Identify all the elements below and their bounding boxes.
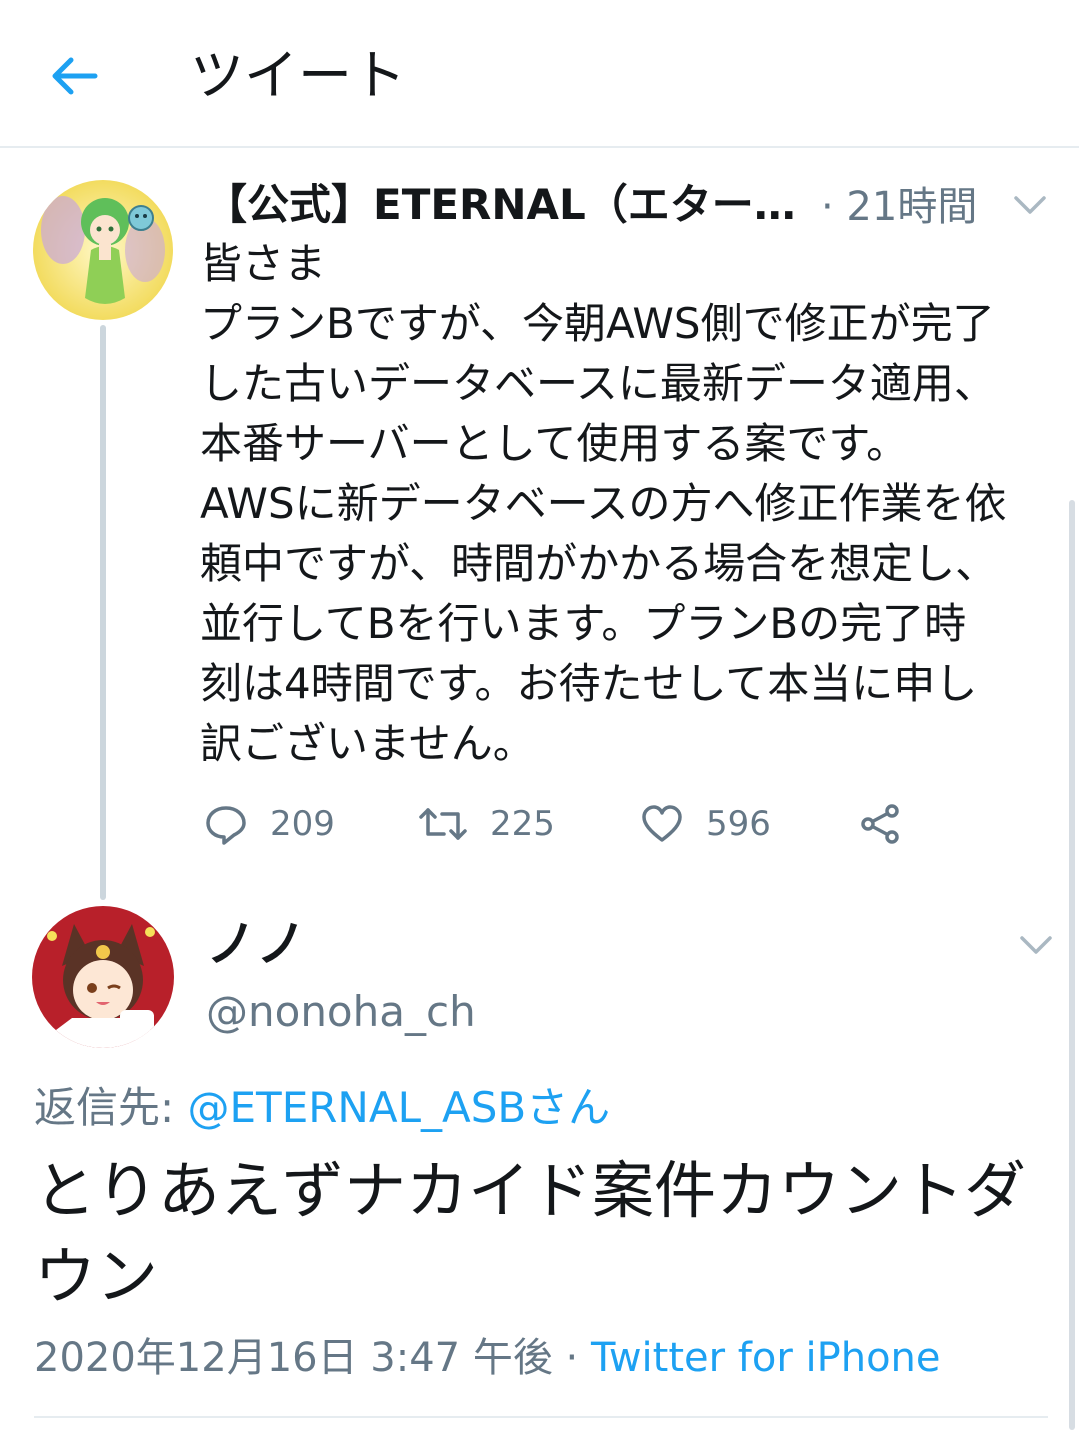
parent-timestamp[interactable]: · 21時間 bbox=[821, 180, 977, 234]
page-title: ツイート bbox=[190, 44, 406, 107]
fairy-avatar-image bbox=[33, 180, 173, 320]
reply-avatar[interactable] bbox=[32, 906, 174, 1048]
share-button[interactable] bbox=[858, 796, 902, 852]
reply-to-mention-link[interactable]: @ETERNAL_ASBさん bbox=[188, 1083, 611, 1132]
retweet-button[interactable]: 225 bbox=[418, 796, 555, 852]
heart-outline-icon bbox=[642, 805, 682, 842]
catgirl-avatar-image bbox=[32, 906, 174, 1048]
reply-button[interactable]: 209 bbox=[204, 796, 335, 852]
retweet-count: 225 bbox=[490, 804, 555, 844]
retweet-arrows-icon bbox=[419, 808, 467, 840]
tweet-detail-screen: ツイート 【公式】ETERNAL（エター… · 21時間 皆さま プランBですが… bbox=[0, 0, 1079, 1439]
back-button[interactable] bbox=[44, 46, 104, 106]
divider bbox=[34, 1416, 1048, 1418]
thread-connector-line bbox=[100, 325, 106, 900]
comment-bubble-icon bbox=[206, 806, 246, 845]
reply-handle[interactable]: @nonoha_ch bbox=[206, 984, 476, 1040]
tweet-timestamp: 2020年12月16日 3:47 午後 · bbox=[34, 1335, 591, 1381]
reply-to-line: 返信先: @ETERNAL_ASBさん bbox=[34, 1080, 610, 1136]
parent-tweet-text: 皆さま プランBですが、今朝AWS側で修正が完了 した古いデータベースに最新デー… bbox=[200, 239, 1007, 768]
like-count: 596 bbox=[706, 804, 771, 844]
parent-avatar[interactable] bbox=[33, 180, 173, 320]
reply-count: 209 bbox=[270, 804, 335, 844]
reply-display-name[interactable]: ノノ bbox=[206, 914, 306, 974]
chevron-down-icon[interactable] bbox=[1014, 922, 1058, 966]
tweet-actions: 209 225 596 bbox=[200, 796, 960, 852]
tweet-source-link[interactable]: Twitter for iPhone bbox=[591, 1335, 941, 1381]
like-button[interactable]: 596 bbox=[640, 796, 771, 852]
chevron-down-icon[interactable] bbox=[1008, 182, 1052, 226]
tweet-meta: 2020年12月16日 3:47 午後 · Twitter for iPhone bbox=[34, 1330, 941, 1386]
parent-tweet-header: 【公式】ETERNAL（エター… · 21時間 bbox=[205, 176, 1065, 236]
arrow-left-icon bbox=[52, 57, 98, 95]
reply-tweet-text: とりあえずナカイド案件カウントダウン bbox=[34, 1154, 1027, 1313]
share-nodes-icon bbox=[861, 804, 899, 844]
reply-to-label: 返信先: bbox=[34, 1083, 188, 1132]
scrollbar[interactable] bbox=[1069, 500, 1075, 1430]
parent-display-name[interactable]: 【公式】ETERNAL（エター… bbox=[205, 178, 796, 232]
top-bar: ツイート bbox=[0, 0, 1079, 148]
